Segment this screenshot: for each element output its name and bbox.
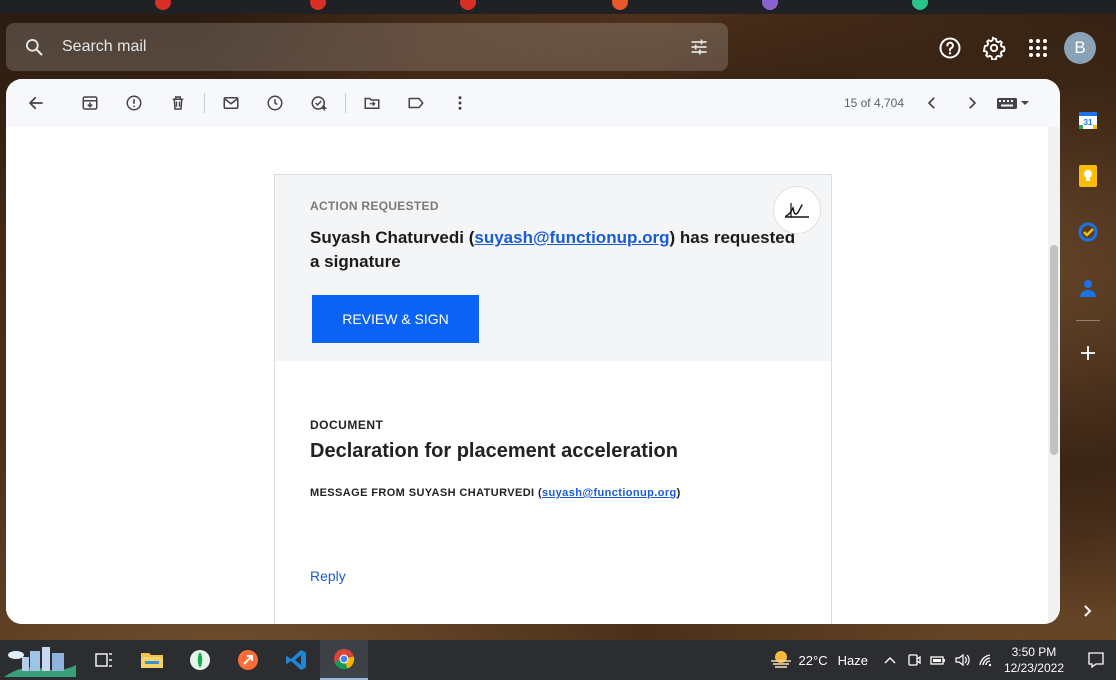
move-to-folder-icon[interactable] <box>350 83 394 123</box>
archive-icon[interactable] <box>68 83 112 123</box>
search-icon[interactable] <box>6 37 62 57</box>
back-arrow-icon[interactable] <box>14 83 58 123</box>
chevron-right-icon[interactable] <box>952 83 992 123</box>
scrollbar[interactable] <box>1048 127 1060 624</box>
svg-text:31: 31 <box>1084 118 1093 127</box>
mark-unread-icon[interactable] <box>209 83 253 123</box>
snooze-clock-icon[interactable] <box>253 83 297 123</box>
tab-favicon[interactable] <box>612 0 628 10</box>
document-label: DOCUMENT <box>310 418 384 432</box>
message-toolbar: 15 of 4,704 <box>6 79 1060 127</box>
help-icon[interactable] <box>928 33 972 63</box>
tab-favicon[interactable] <box>460 0 476 10</box>
mongodb-compass-icon[interactable] <box>176 640 224 680</box>
volume-speaker-icon[interactable] <box>950 640 974 680</box>
side-panel-divider <box>1076 320 1100 321</box>
google-calendar-icon[interactable]: 31 <box>1073 105 1103 135</box>
email-content: ACTION REQUESTED Suyash Chaturvedi (suya… <box>6 127 1048 624</box>
notification-center-icon[interactable] <box>1076 640 1116 680</box>
expand-side-panel-chevron-icon[interactable] <box>1078 600 1098 622</box>
message-count: 15 of 4,704 <box>843 96 904 110</box>
vscode-icon[interactable] <box>272 640 320 680</box>
action-requested-label: ACTION REQUESTED <box>310 199 439 213</box>
browser-tab-strip <box>0 0 1116 14</box>
file-explorer-icon[interactable] <box>128 640 176 680</box>
windows-taskbar: 22°C Haze 3:50 PM 12/23/2022 <box>0 640 1116 680</box>
input-tools-keyboard-icon[interactable] <box>992 83 1036 123</box>
action-requested-section: ACTION REQUESTED Suyash Chaturvedi (suya… <box>275 175 831 361</box>
weather-description: Haze <box>837 652 868 668</box>
toolbar-divider <box>204 93 205 113</box>
label-tag-icon[interactable] <box>394 83 438 123</box>
signature-pen-icon <box>773 186 821 234</box>
google-contacts-icon[interactable] <box>1073 273 1103 303</box>
delete-trash-icon[interactable] <box>156 83 200 123</box>
clock-date: 12/23/2022 <box>1003 661 1064 675</box>
clock-time: 3:50 PM <box>1011 645 1057 659</box>
requester-email-link[interactable]: suyash@functionup.org <box>474 228 669 247</box>
tab-favicon[interactable] <box>912 0 928 10</box>
weather-status[interactable]: 22°C Haze <box>769 649 868 671</box>
mail-panel: 15 of 4,704 ACTION REQUESTED Suyash Chat… <box>6 79 1060 624</box>
tab-favicon[interactable] <box>310 0 326 10</box>
toolbar-pagination: 15 of 4,704 <box>844 83 1060 123</box>
scrollbar-thumb[interactable] <box>1050 245 1058 455</box>
side-panel-apps: 31 <box>1060 92 1116 381</box>
header-actions: B <box>928 32 1096 64</box>
more-options-icon[interactable] <box>438 83 482 123</box>
chrome-icon[interactable] <box>320 640 368 680</box>
system-clock[interactable]: 3:50 PM 12/23/2022 <box>1004 644 1064 676</box>
add-to-tasks-icon[interactable] <box>297 83 341 123</box>
get-addons-plus-icon[interactable] <box>1073 338 1103 368</box>
search-bar[interactable]: Search mail <box>6 23 728 71</box>
request-message: Suyash Chaturvedi (suyash@functionup.org… <box>310 226 796 274</box>
message-from-email-link[interactable]: suyash@functionup.org <box>542 487 677 499</box>
wifi-icon[interactable] <box>974 640 998 680</box>
search-input[interactable]: Search mail <box>62 38 670 56</box>
review-and-sign-button[interactable]: REVIEW & SIGN <box>312 295 479 343</box>
message-from-suffix: ) <box>676 487 681 499</box>
document-section: DOCUMENT Declaration for placement accel… <box>275 361 831 586</box>
tab-favicon[interactable] <box>155 0 171 10</box>
document-title: Declaration for placement acceleration <box>310 440 678 462</box>
search-options-icon[interactable] <box>670 37 728 57</box>
settings-gear-icon[interactable] <box>972 33 1016 63</box>
report-spam-icon[interactable] <box>112 83 156 123</box>
google-apps-icon[interactable] <box>1016 33 1060 63</box>
chevron-left-icon[interactable] <box>912 83 952 123</box>
chevron-up-icon[interactable] <box>878 640 902 680</box>
reply-link[interactable]: Reply <box>310 568 346 584</box>
system-tray: 22°C Haze 3:50 PM 12/23/2022 <box>769 640 1116 680</box>
google-tasks-icon[interactable] <box>1073 217 1103 247</box>
message-from-line: MESSAGE FROM SUYASH CHATURVEDI (suyash@f… <box>310 487 796 499</box>
task-view-icon[interactable] <box>80 640 128 680</box>
google-keep-icon[interactable] <box>1073 161 1103 191</box>
account-avatar[interactable]: B <box>1064 32 1096 64</box>
meet-now-icon[interactable] <box>902 640 926 680</box>
signature-request-card: ACTION REQUESTED Suyash Chaturvedi (suya… <box>274 174 832 624</box>
battery-icon[interactable] <box>926 640 950 680</box>
tab-favicon[interactable] <box>762 0 778 10</box>
weather-temperature: 22°C <box>798 652 828 668</box>
message-from-prefix: MESSAGE FROM SUYASH CHATURVEDI ( <box>310 487 543 499</box>
toolbar-divider <box>345 93 346 113</box>
postman-icon[interactable] <box>224 640 272 680</box>
requester-name: Suyash Chaturvedi ( <box>310 228 475 247</box>
haze-sun-icon <box>770 651 791 668</box>
weather-widget-icon[interactable] <box>0 640 80 680</box>
